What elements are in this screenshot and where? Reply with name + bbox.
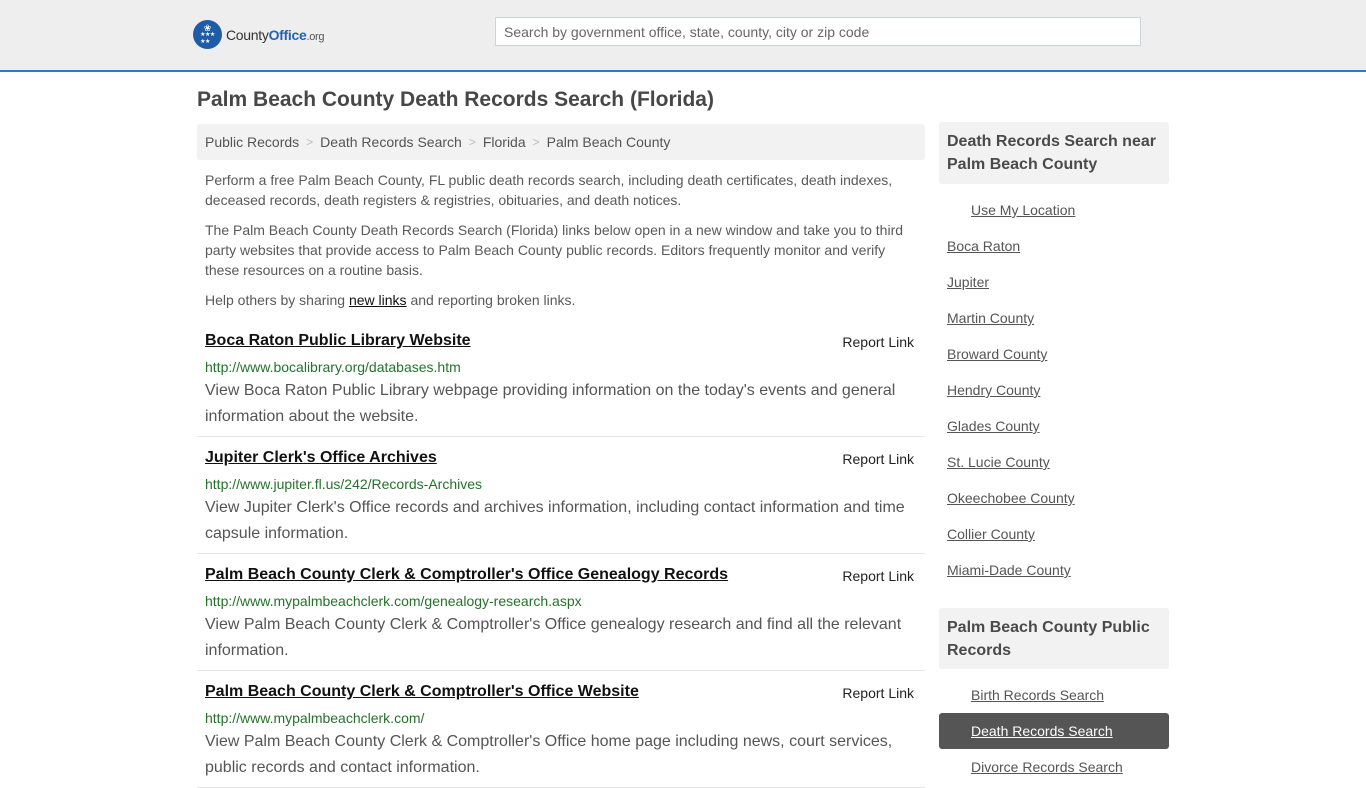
public-records-heading: Palm Beach County Public Records bbox=[939, 608, 1169, 669]
result-description: View Palm Beach County Clerk & Comptroll… bbox=[205, 616, 902, 659]
result-description: View Palm Beach County Clerk & Comptroll… bbox=[205, 733, 893, 776]
death-records-link[interactable]: Death Records Search bbox=[971, 723, 1113, 739]
result-url: http://www.mypalmbeachclerk.com/genealog… bbox=[205, 593, 582, 609]
result-url: http://www.bocalibrary.org/databases.htm bbox=[205, 359, 461, 375]
nearby-link[interactable]: Broward County bbox=[947, 346, 1047, 362]
nearby-link[interactable]: Boca Raton bbox=[947, 238, 1020, 254]
active-record-item: Death Records Search bbox=[939, 713, 1169, 749]
breadcrumb: Public Records > Death Records Search > … bbox=[197, 124, 925, 160]
result-title-link[interactable]: Palm Beach County Clerk & Comptroller's … bbox=[205, 566, 728, 584]
breadcrumb-public-records[interactable]: Public Records bbox=[205, 134, 299, 150]
result-item: Jupiter Clerk's Office Archives Report L… bbox=[197, 445, 925, 554]
nearby-link[interactable]: Jupiter bbox=[947, 274, 989, 290]
report-link-button[interactable]: Report Link bbox=[842, 334, 914, 350]
nearby-link[interactable]: St. Lucie County bbox=[947, 454, 1050, 470]
nearby-link[interactable]: Martin County bbox=[947, 310, 1034, 326]
nearby-link[interactable]: Hendry County bbox=[947, 382, 1040, 398]
breadcrumb-separator: > bbox=[306, 135, 314, 149]
result-description: View Jupiter Clerk's Office records and … bbox=[205, 499, 905, 542]
result-title-link[interactable]: Boca Raton Public Library Website bbox=[205, 332, 471, 350]
result-item: Boca Raton Public Library Website Report… bbox=[197, 328, 925, 437]
report-link-button[interactable]: Report Link bbox=[842, 685, 914, 701]
nearby-link[interactable]: Collier County bbox=[947, 526, 1035, 542]
breadcrumb-florida[interactable]: Florida bbox=[483, 134, 526, 150]
result-url: http://www.mypalmbeachclerk.com/ bbox=[205, 710, 425, 726]
report-link-button[interactable]: Report Link bbox=[842, 451, 914, 467]
page-title: Palm Beach County Death Records Search (… bbox=[197, 88, 714, 111]
new-links-link[interactable]: new links bbox=[349, 292, 407, 308]
nearby-heading: Death Records Search near Palm Beach Cou… bbox=[939, 122, 1169, 184]
logo-wordmark: CountyOffice.org bbox=[226, 26, 325, 43]
use-my-location-link[interactable]: Use My Location bbox=[971, 202, 1075, 218]
nearby-link[interactable]: Okeechobee County bbox=[947, 490, 1075, 506]
breadcrumb-death-records-search[interactable]: Death Records Search bbox=[320, 134, 462, 150]
search-input[interactable] bbox=[495, 17, 1141, 46]
breadcrumb-separator: > bbox=[532, 135, 540, 149]
nearby-link[interactable]: Glades County bbox=[947, 418, 1040, 434]
result-item: Palm Beach County Clerk & Comptroller's … bbox=[197, 562, 925, 671]
site-header: ❀ ★★★ ★★ CountyOffice.org bbox=[0, 0, 1366, 72]
result-title-link[interactable]: Palm Beach County Clerk & Comptroller's … bbox=[205, 683, 639, 701]
result-description: View Boca Raton Public Library webpage p… bbox=[205, 382, 896, 425]
birth-records-link[interactable]: Birth Records Search bbox=[971, 687, 1104, 703]
breadcrumb-palm-beach-county[interactable]: Palm Beach County bbox=[547, 134, 671, 150]
intro-paragraph: Perform a free Palm Beach County, FL pub… bbox=[205, 172, 893, 208]
site-logo[interactable]: ❀ ★★★ ★★ CountyOffice.org bbox=[193, 20, 325, 49]
divorce-records-link[interactable]: Divorce Records Search bbox=[971, 759, 1123, 775]
result-url: http://www.jupiter.fl.us/242/Records-Arc… bbox=[205, 476, 483, 492]
result-item: Palm Beach County Clerk & Comptroller's … bbox=[197, 679, 925, 788]
eagle-stars-icon: ❀ ★★★ ★★ bbox=[193, 20, 222, 49]
report-link-button[interactable]: Report Link bbox=[842, 568, 914, 584]
disclaimer-paragraph: The Palm Beach County Death Records Sear… bbox=[205, 222, 904, 278]
share-links-paragraph: Help others by sharing new links and rep… bbox=[205, 292, 576, 308]
breadcrumb-separator: > bbox=[468, 135, 476, 149]
result-title-link[interactable]: Jupiter Clerk's Office Archives bbox=[205, 449, 437, 467]
nearby-link[interactable]: Miami-Dade County bbox=[947, 562, 1071, 578]
